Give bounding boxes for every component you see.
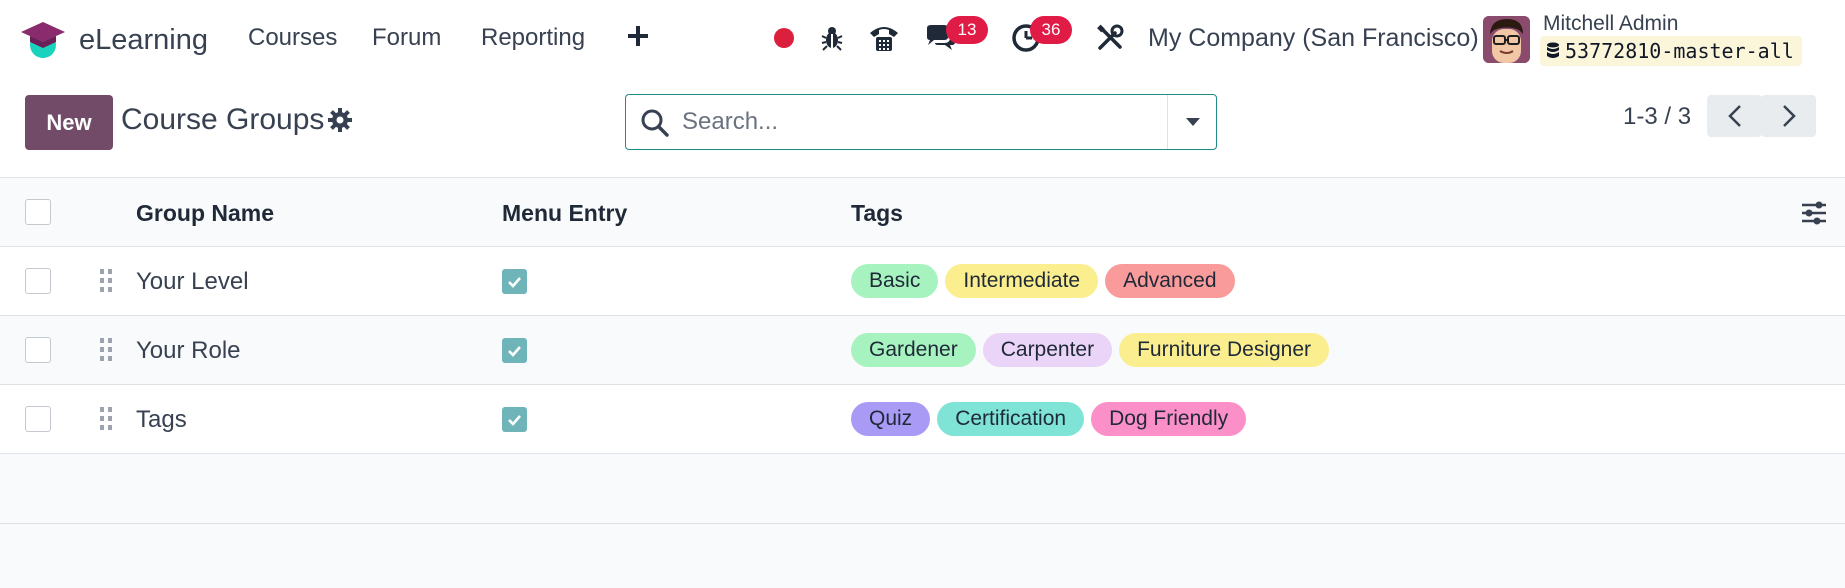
row-checkbox[interactable] xyxy=(25,268,51,294)
list-bottom-divider xyxy=(0,523,1845,524)
app-brand[interactable]: eLearning xyxy=(20,20,208,60)
tags-cell: Quiz Certification Dog Friendly xyxy=(851,402,1247,436)
graduation-cap-icon xyxy=(21,22,65,58)
check-icon xyxy=(508,345,521,357)
row-checkbox[interactable] xyxy=(25,406,51,432)
course-groups-list: Group Name Menu Entry Tags Your Level Ba… xyxy=(0,178,1845,454)
tag-badge: Basic xyxy=(851,264,939,298)
tag-badge: Dog Friendly xyxy=(1091,402,1247,436)
app-name: eLearning xyxy=(79,24,208,56)
column-header-group-name[interactable]: Group Name xyxy=(136,200,274,227)
user-name: Mitchell Admin xyxy=(1543,12,1679,35)
caret-down-icon xyxy=(1185,118,1200,126)
search-bar[interactable] xyxy=(625,94,1217,150)
row-checkbox[interactable] xyxy=(25,337,51,363)
group-name-cell[interactable]: Your Role xyxy=(136,337,241,365)
tag-badge: Certification xyxy=(937,402,1085,436)
check-icon xyxy=(508,276,521,288)
table-row[interactable]: Tags Quiz Certification Dog Friendly xyxy=(0,385,1845,454)
menu-forum[interactable]: Forum xyxy=(372,24,441,52)
select-all-checkbox[interactable] xyxy=(25,199,51,225)
tag-badge: Intermediate xyxy=(945,264,1099,298)
tags-cell: Basic Intermediate Advanced xyxy=(851,264,1235,298)
group-name-cell[interactable]: Your Level xyxy=(136,268,249,296)
user-avatar[interactable] xyxy=(1483,16,1530,63)
table-row[interactable]: Your Level Basic Intermediate Advanced xyxy=(0,247,1845,316)
page-title: Course Groups xyxy=(121,103,325,136)
gear-icon[interactable] xyxy=(328,108,352,132)
top-navbar: eLearning Courses Forum Reporting 13 36 … xyxy=(0,0,1845,78)
check-icon xyxy=(508,414,521,426)
search-options-toggle[interactable] xyxy=(1167,95,1217,149)
tag-badge: Furniture Designer xyxy=(1119,333,1330,367)
database-name: 53772810-master-all xyxy=(1565,39,1794,63)
menu-reporting[interactable]: Reporting xyxy=(481,24,585,52)
tools-icon[interactable] xyxy=(1094,22,1126,54)
tag-badge: Carpenter xyxy=(982,333,1113,367)
company-switcher[interactable]: My Company (San Francisco) xyxy=(1148,24,1479,53)
menu-entry-checkbox[interactable] xyxy=(502,338,527,363)
tag-badge: Gardener xyxy=(851,333,976,367)
menu-entry-checkbox[interactable] xyxy=(502,407,527,432)
optional-columns-icon[interactable] xyxy=(1800,200,1828,226)
list-header: Group Name Menu Entry Tags xyxy=(0,178,1845,247)
menu-courses[interactable]: Courses xyxy=(248,24,337,52)
menu-entry-checkbox[interactable] xyxy=(502,269,527,294)
tags-cell: Gardener Carpenter Furniture Designer xyxy=(851,333,1330,367)
tag-badge: Quiz xyxy=(851,402,931,436)
database-icon xyxy=(1547,42,1559,58)
drag-handle-icon[interactable] xyxy=(98,336,114,364)
drag-handle-icon[interactable] xyxy=(98,405,114,433)
drag-handle-icon[interactable] xyxy=(98,267,114,295)
database-badge: 53772810-master-all xyxy=(1540,36,1802,66)
pager-next-button[interactable] xyxy=(1761,95,1816,137)
column-header-menu-entry[interactable]: Menu Entry xyxy=(502,200,627,227)
record-icon[interactable] xyxy=(774,28,794,48)
search-input[interactable] xyxy=(682,101,1182,143)
chevron-left-icon xyxy=(1727,105,1741,127)
tag-badge: Advanced xyxy=(1105,264,1235,298)
activities-badge: 36 xyxy=(1030,16,1072,44)
phone-icon[interactable] xyxy=(868,22,900,54)
column-header-tags[interactable]: Tags xyxy=(851,200,903,227)
group-name-cell[interactable]: Tags xyxy=(136,406,187,434)
bug-icon[interactable] xyxy=(816,22,848,54)
pager-previous-button[interactable] xyxy=(1707,95,1762,137)
plus-icon[interactable] xyxy=(626,24,650,48)
control-panel: New Course Groups 1-3 / 3 xyxy=(0,78,1845,178)
table-row[interactable]: Your Role Gardener Carpenter Furniture D… xyxy=(0,316,1845,385)
new-button[interactable]: New xyxy=(25,95,113,150)
chevron-right-icon xyxy=(1782,105,1796,127)
pager-value[interactable]: 1-3 / 3 xyxy=(1623,103,1691,131)
messages-badge: 13 xyxy=(946,16,988,44)
search-icon xyxy=(641,109,669,137)
